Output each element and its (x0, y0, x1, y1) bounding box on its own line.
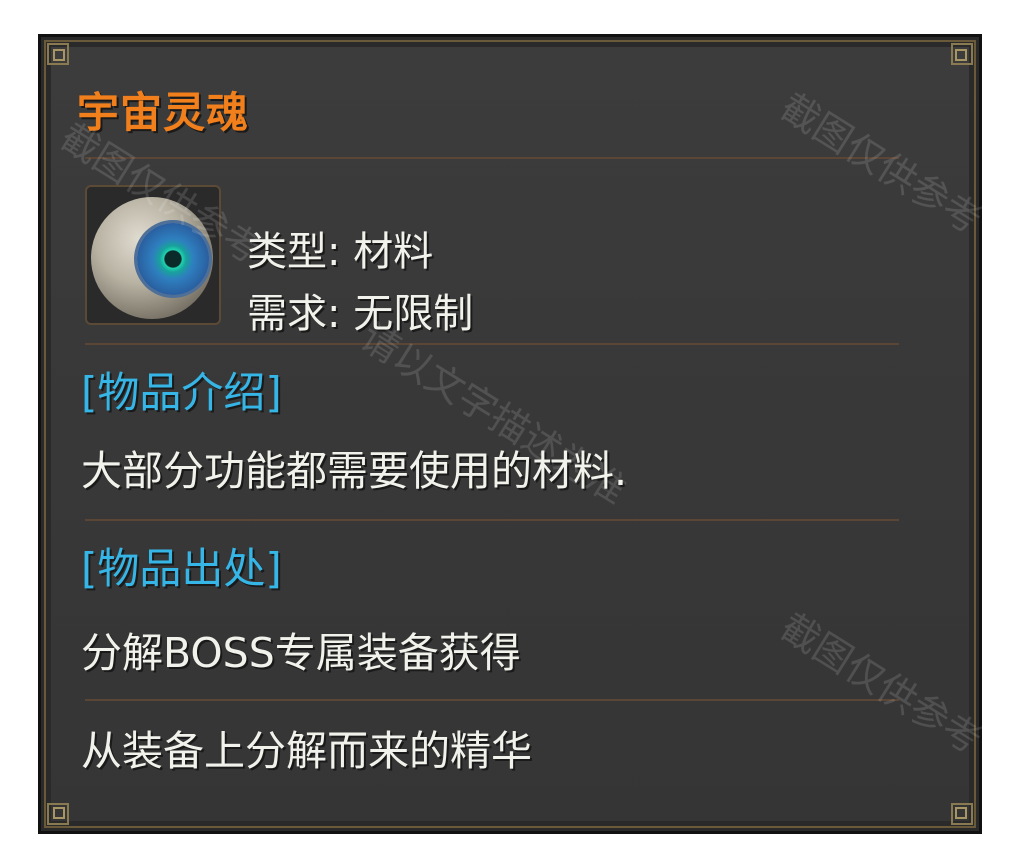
divider (85, 699, 899, 701)
type-value: 材料 (353, 229, 434, 275)
eye-orb-icon (91, 197, 213, 319)
description-text: 大部分功能都需要使用的材料. (81, 447, 628, 495)
corner-ornament (43, 39, 73, 69)
iris (137, 223, 209, 295)
section-heading-description: [物品介绍] (81, 368, 282, 417)
source-text: 从装备上分解而来的精华 (81, 727, 532, 775)
divider (85, 157, 899, 159)
requirement-value: 无限制 (353, 291, 474, 337)
corner-ornament (43, 799, 73, 829)
source-text: 分解BOSS专属装备获得 (81, 629, 521, 677)
divider (85, 519, 899, 521)
section-heading-source: [物品出处] (81, 544, 282, 593)
corner-ornament (947, 799, 977, 829)
item-type-row: 类型: 材料 (247, 219, 433, 277)
item-icon-frame (85, 185, 221, 325)
item-tooltip: 宇宙灵魂 类型: 材料 需求: 无限制 [物品介绍] 大部分功能都需要使用的材料… (38, 34, 990, 834)
watermark-text: 截图仅供参考 (772, 604, 990, 763)
divider (85, 343, 899, 345)
watermark-text: 截图仅供参考 (772, 84, 990, 243)
item-name: 宇宙灵魂 (77, 88, 250, 137)
item-requirement-row: 需求: 无限制 (247, 281, 473, 339)
requirement-label: 需求: (247, 291, 341, 337)
type-label: 类型: (247, 229, 341, 275)
corner-ornament (947, 39, 977, 69)
